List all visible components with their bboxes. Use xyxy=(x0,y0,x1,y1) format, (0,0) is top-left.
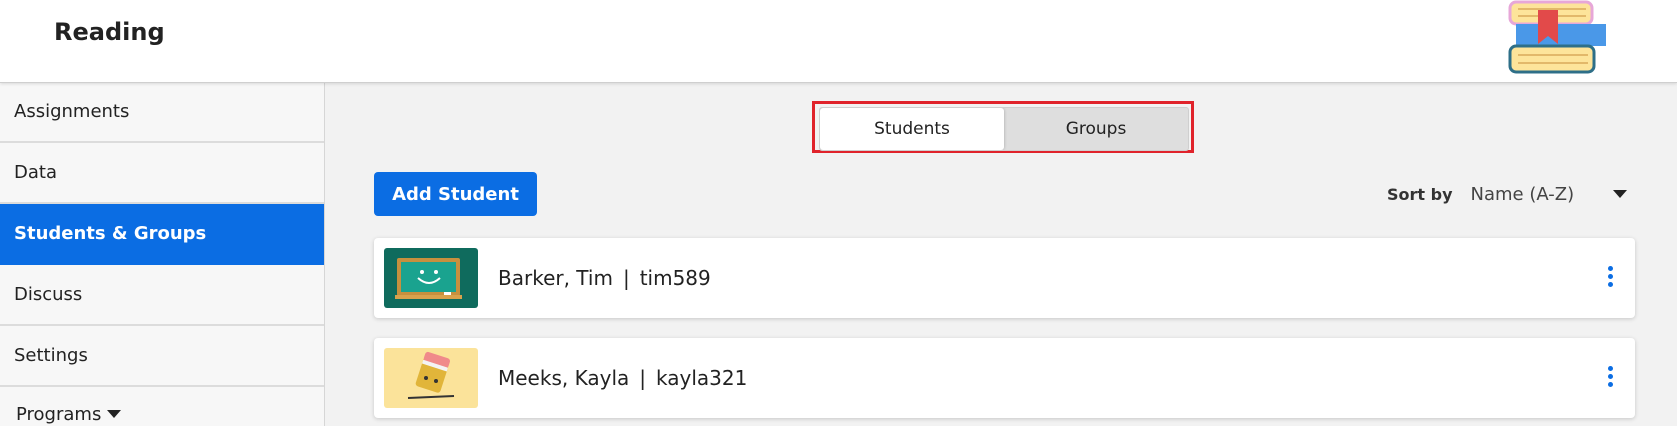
student-username: kayla321 xyxy=(656,366,748,390)
student-name: Meeks, Kayla xyxy=(498,366,630,390)
chalkboard-smile-icon xyxy=(384,248,478,308)
separator: | xyxy=(639,366,646,390)
programs-label: Programs xyxy=(16,403,102,425)
list-item[interactable]: Barker, Tim | tim589 xyxy=(374,238,1635,318)
add-student-button[interactable]: Add Student xyxy=(374,172,537,216)
books-stack-icon xyxy=(1508,0,1608,78)
sidebar-item-settings[interactable]: Settings xyxy=(0,326,324,387)
sidebar-item-data[interactable]: Data xyxy=(0,143,324,204)
list-item[interactable]: Meeks, Kayla | kayla321 xyxy=(374,338,1635,418)
more-options-icon[interactable] xyxy=(1605,366,1615,390)
sidebar-item-assignments[interactable]: Assignments xyxy=(0,82,324,143)
sidebar-item-discuss[interactable]: Discuss xyxy=(0,265,324,326)
sidebar: Assignments Data Students & Groups Discu… xyxy=(0,82,325,426)
sort-select[interactable]: Name (A-Z) xyxy=(1471,184,1627,205)
caret-down-icon xyxy=(1612,190,1627,198)
more-options-icon[interactable] xyxy=(1605,266,1615,290)
sidebar-item-programs[interactable]: Programs xyxy=(0,387,324,441)
app-header: Reading xyxy=(0,0,1677,83)
sort-control: Sort by Name (A-Z) xyxy=(1387,178,1627,210)
separator: | xyxy=(622,266,630,290)
student-name: Barker, Tim xyxy=(498,266,613,290)
caret-down-icon xyxy=(107,410,122,418)
student-label: Meeks, Kayla | kayla321 xyxy=(498,366,747,390)
tab-highlight-box: Students Groups xyxy=(812,101,1194,153)
student-list: Barker, Tim | tim589 Meeks, Kayla | kayl… xyxy=(374,238,1635,438)
page-title: Reading xyxy=(54,18,165,46)
tab-students[interactable]: Students xyxy=(820,108,1004,150)
student-label: Barker, Tim | tim589 xyxy=(498,266,711,290)
sort-value: Name (A-Z) xyxy=(1470,183,1575,205)
tab-groups[interactable]: Groups xyxy=(1004,108,1188,150)
sort-label: Sort by xyxy=(1387,184,1453,204)
sidebar-item-students-groups[interactable]: Students & Groups xyxy=(0,204,324,265)
pencil-eraser-icon xyxy=(384,348,478,408)
view-toggle: Students Groups xyxy=(819,107,1189,151)
main-content: Students Groups Add Student Sort by Name… xyxy=(325,82,1677,426)
student-username: tim589 xyxy=(639,266,711,290)
